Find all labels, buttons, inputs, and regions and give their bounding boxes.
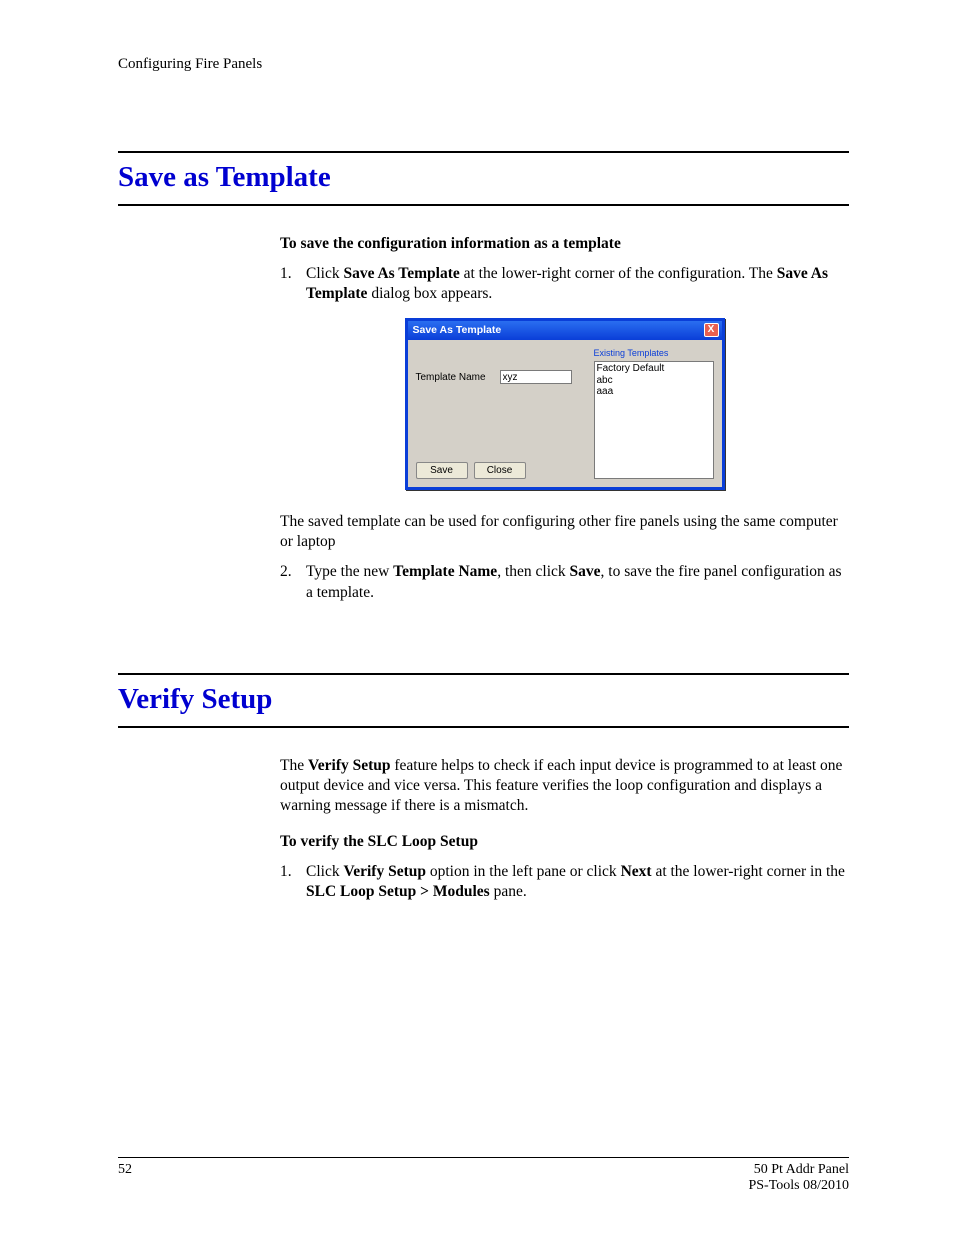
step-text: Type the new Template Name, then click S… [306, 562, 849, 602]
dialog-titlebar: Save As Template X [408, 321, 722, 340]
page-number: 52 [118, 1162, 132, 1193]
note-text: The saved template can be used for confi… [280, 512, 849, 552]
close-icon[interactable]: X [704, 323, 719, 337]
paragraph: The Verify Setup feature helps to check … [280, 756, 849, 816]
page-header: Configuring Fire Panels [118, 56, 849, 73]
section-verify-setup: Verify Setup The Verify Setup feature he… [118, 673, 849, 903]
section-title: Verify Setup [118, 681, 849, 718]
step-1: 1. Click Save As Template at the lower-r… [280, 264, 849, 304]
page-footer: 52 50 Pt Addr Panel PS-Tools 08/2010 [118, 1157, 849, 1193]
dialog-title: Save As Template [413, 324, 502, 338]
template-name-label: Template Name [416, 371, 486, 384]
intro-heading: To save the configuration information as… [280, 234, 849, 254]
step-2: 2. Type the new Template Name, then clic… [280, 562, 849, 602]
step-number: 1. [280, 862, 306, 902]
list-item[interactable]: abc [597, 375, 711, 387]
rule [118, 151, 849, 153]
step-text: Click Save As Template at the lower-righ… [306, 264, 849, 304]
save-as-template-dialog: Save As Template X Template Name Save Cl… [405, 318, 725, 490]
rule [118, 204, 849, 206]
existing-templates-label: Existing Templates [594, 348, 714, 360]
step-number: 1. [280, 264, 306, 304]
template-name-input[interactable] [500, 370, 572, 384]
rule [118, 1157, 849, 1158]
footer-date: PS-Tools 08/2010 [748, 1178, 849, 1193]
step-1: 1. Click Verify Setup option in the left… [280, 862, 849, 902]
rule [118, 726, 849, 728]
section-save-as-template: Save as Template To save the configurati… [118, 151, 849, 603]
close-button[interactable]: Close [474, 462, 526, 479]
step-text: Click Verify Setup option in the left pa… [306, 862, 849, 902]
rule [118, 673, 849, 675]
list-item[interactable]: Factory Default [597, 363, 711, 375]
existing-templates-list[interactable]: Factory Default abc aaa [594, 361, 714, 479]
section-title: Save as Template [118, 159, 849, 196]
step-number: 2. [280, 562, 306, 602]
footer-product: 50 Pt Addr Panel [754, 1162, 849, 1177]
save-button[interactable]: Save [416, 462, 468, 479]
list-item[interactable]: aaa [597, 386, 711, 398]
sub-heading: To verify the SLC Loop Setup [280, 832, 849, 852]
